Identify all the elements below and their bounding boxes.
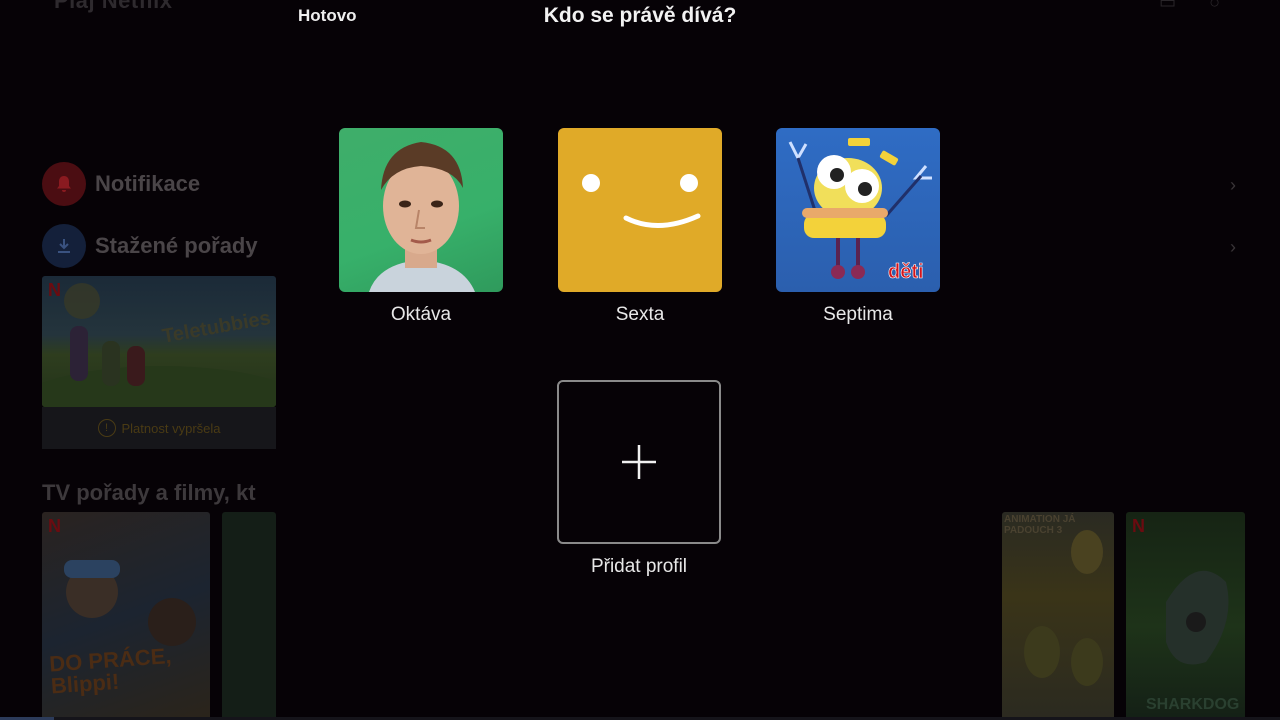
section-title: TV pořady a filmy, kt: [42, 480, 256, 505]
profile-name: Septima: [823, 304, 893, 325]
minions-thumbnail: ANIMATION JÁ PADOUCH 3: [1002, 512, 1114, 720]
profile-avatar[interactable]: děti: [776, 128, 940, 292]
profile-name: Oktáva: [390, 304, 452, 325]
page-title: Kdo se právě dívá?: [543, 4, 737, 27]
download-icon: [42, 224, 86, 268]
sharkdog-thumbnail: N SHARKDOG: [1126, 512, 1245, 720]
background-app: Pláj Netflix ▭ ○ Notifikace › Stažené …: [0, 0, 1280, 720]
downloads-row: Stažené pořady: [42, 224, 258, 268]
blippi-thumbnail: N DO PRÁCE, Blippi!: [42, 512, 210, 720]
profile-avatar[interactable]: [339, 128, 503, 292]
profile-sexta[interactable]: Sexta: [557, 128, 723, 326]
expired-notice: ! Platnost vypršela: [42, 407, 276, 449]
kids-badge: děti: [888, 261, 924, 283]
expired-label: Platnost vypršela: [121, 420, 221, 436]
add-profile-button[interactable]: [557, 380, 721, 544]
bell-icon: [42, 162, 86, 206]
profile-oktava[interactable]: Oktáva: [338, 128, 504, 326]
notifications-row: Notifikace: [42, 162, 200, 206]
chevron-right-icon: ›: [1230, 175, 1236, 195]
svg-text:Teletubbies: Teletubbies: [161, 307, 273, 348]
teletubbies-thumbnail: N Teletubbies: [42, 276, 276, 407]
add-profile-label: Přidat profil: [590, 556, 688, 577]
add-profile[interactable]: Přidat profil: [557, 380, 721, 578]
profile-avatar[interactable]: [558, 128, 722, 292]
show-thumbnail: [222, 512, 276, 720]
plus-icon: [622, 445, 656, 479]
profile-name: Sexta: [615, 304, 665, 325]
notifications-label: Notifikace: [95, 171, 201, 196]
downloads-label: Stažené pořady: [95, 233, 258, 258]
chevron-right-icon: ›: [1230, 237, 1236, 257]
warning-icon: !: [97, 419, 116, 437]
profile-septima[interactable]: děti Septima: [775, 128, 941, 326]
sharkdog-title: SHARKDOG: [1146, 696, 1240, 713]
